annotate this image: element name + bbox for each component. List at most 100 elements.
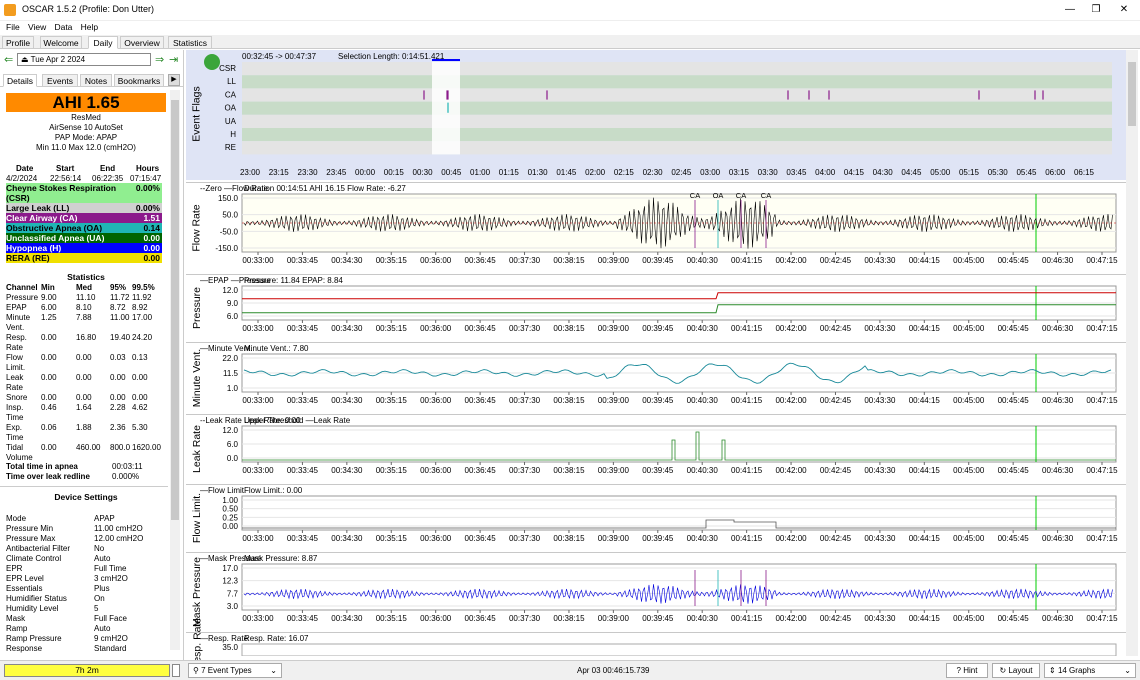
tab-daily[interactable]: Daily [88, 36, 118, 49]
stats-cell: 0.03 [110, 353, 126, 362]
selection-window[interactable] [432, 62, 460, 155]
x-tick: 00:37:30 [509, 324, 541, 333]
mask-pressurechart[interactable]: 17.0 12.3 7.7 3.000:33:00 00:33:45 00:34:30 00… [186, 552, 1126, 632]
event-row[interactable]: RERA (RE) 0.00 [6, 253, 162, 263]
x-tick: 00:36:45 [465, 324, 497, 333]
maximize-button[interactable]: ❐ [1088, 3, 1104, 17]
graphs-dropdown[interactable]: ⇕ 14 Graphs ⌄ [1044, 663, 1136, 678]
undo-icon: ↻ [999, 666, 1007, 675]
flag-row-label: CSR [219, 64, 236, 73]
session-col: Start [56, 164, 75, 173]
event-name: Clear Airway (CA) [6, 213, 78, 223]
tab-notes[interactable]: Notes [80, 74, 112, 87]
hint-button[interactable]: ? Hint [946, 663, 988, 678]
tab-profile[interactable]: Profile [2, 36, 34, 49]
event-types-dropdown[interactable]: ⚲ 7 Event Types ⌄ [188, 663, 282, 678]
x-tick: 00:33:00 [242, 466, 274, 475]
left-scroll-thumb[interactable] [171, 100, 179, 520]
stats-channel: Flow Limit. [6, 353, 26, 372]
tab-welcome[interactable]: Welcome [40, 36, 82, 49]
x-tick: 00:44:15 [909, 534, 941, 543]
event-row[interactable]: Obstructive Apnea (OA) 0.14 [6, 223, 162, 233]
event-value: 0.00 [143, 243, 160, 253]
y-tick: 6.0 [227, 312, 239, 321]
stats-channel: Leak Rate [6, 373, 24, 392]
x-tick: 00:46:30 [1042, 534, 1074, 543]
y-tick: 1.00 [222, 496, 238, 505]
menu-view[interactable]: View [28, 21, 46, 34]
x-tick: 00:45:45 [998, 324, 1030, 333]
tab-scroll-right-icon[interactable]: ▶ [168, 74, 180, 86]
minute-vent-chart[interactable]: 22.0 11.5 1.000:33:00 00:33:45 00:34:30 00:35… [186, 342, 1126, 414]
tab-statistics[interactable]: Statistics [168, 36, 212, 49]
x-tick: 00:37:30 [509, 466, 541, 475]
pressurechart[interactable]: 12.0 9.0 6.000:33:00 00:33:45 00:34:30 00:35:… [186, 274, 1126, 342]
setting-label: Antibacterial Filter [6, 544, 71, 553]
setting-label: Mode [6, 514, 27, 523]
stats-cell: 0.00 [41, 443, 57, 452]
event-row[interactable]: Hypopnea (H) 0.00 [6, 243, 162, 253]
stats-cell: 0.00 [41, 333, 57, 342]
event-types-label: 7 Event Types [201, 666, 252, 675]
minimize-button[interactable]: — [1062, 3, 1078, 17]
event-row[interactable]: Unclassified Apnea (UA) 0.00 [6, 233, 162, 243]
event-flags-chart[interactable]: CSR LL CA OA UA H RE 23:00 23:15 23:30 23:45 00:00 0… [186, 50, 1126, 180]
x-tick: 00:33:45 [287, 466, 319, 475]
forward-arrow-icon[interactable]: ⇒ [155, 53, 164, 66]
x-tick: 00:37:30 [509, 396, 541, 405]
leak-ratechart[interactable]: 12.0 6.0 0.000:33:00 00:33:45 00:34:30 00:35:… [186, 414, 1126, 484]
stats-cell: 0.06 [41, 423, 57, 432]
menu-data[interactable]: Data [54, 21, 72, 34]
event-row[interactable]: Large Leak (LL) 0.00% [6, 203, 162, 213]
date-value: Tue Apr 2 2024 [30, 55, 86, 64]
graph-scrollbar[interactable] [1126, 50, 1138, 656]
tab-events[interactable]: Events [42, 74, 78, 87]
flag-time-tick: 01:15 [499, 168, 520, 177]
duration-handle[interactable] [172, 664, 180, 677]
x-tick: 00:44:15 [909, 396, 941, 405]
menu-file[interactable]: File [6, 21, 20, 34]
event-value: 0.14 [143, 223, 160, 233]
setting-value: Standard [94, 644, 127, 653]
graph-scroll-thumb[interactable] [1128, 62, 1136, 126]
chevron-down-icon: ⌄ [270, 666, 277, 675]
x-tick: 00:40:30 [687, 466, 719, 475]
flag-time-tick: 04:45 [901, 168, 922, 177]
event-marker-label: CA [736, 191, 746, 200]
x-tick: 00:46:30 [1042, 324, 1074, 333]
date-picker[interactable]: ⏏ Tue Apr 2 2024 [17, 53, 151, 66]
back-arrow-icon[interactable]: ⇐ [4, 53, 13, 66]
swap-icon: ⇕ [1049, 666, 1056, 675]
stats-cell: 1.64 [76, 403, 92, 412]
x-tick: 00:42:00 [775, 614, 807, 623]
stats-cell: 0.00 [110, 373, 126, 382]
flag-row-bg [242, 88, 1112, 102]
flag-row-label: H [230, 130, 236, 139]
x-tick: 00:43:30 [864, 534, 896, 543]
x-tick: 00:45:45 [998, 256, 1030, 265]
tab-bookmarks[interactable]: Bookmarks [114, 74, 164, 87]
tab-overview[interactable]: Overview [120, 36, 164, 49]
stats-header: Min [41, 283, 55, 292]
tab-details[interactable]: Details [3, 74, 37, 87]
flag-time-tick: 03:30 [758, 168, 779, 177]
x-tick: 00:46:30 [1042, 396, 1074, 405]
flag-time-tick: 04:00 [815, 168, 836, 177]
flag-time-tick: 03:00 [700, 168, 721, 177]
event-row[interactable]: Cheyne Stokes Respiration (CSR) 0.00% [6, 183, 162, 203]
x-tick: 00:38:15 [553, 324, 585, 333]
resp-rate-chart[interactable]: 35.0 [186, 632, 1126, 656]
menu-help[interactable]: Help [81, 21, 98, 34]
x-tick: 00:34:30 [331, 466, 363, 475]
flag-time-tick: 02:30 [643, 168, 664, 177]
layout-button[interactable]: ↻ Layout [992, 663, 1040, 678]
last-day-icon[interactable]: ⇥ [169, 53, 178, 66]
x-tick: 00:33:45 [287, 614, 319, 623]
flow-limit-chart[interactable]: 1.000.500.250.00 00:33:00 00:33:45 00:34:30… [186, 484, 1126, 552]
left-scrollbar[interactable] [170, 90, 180, 650]
close-button[interactable]: ✕ [1116, 3, 1132, 17]
x-tick: 00:42:00 [775, 324, 807, 333]
flow-ratechart[interactable]: 150.0 50.0 -50.0 -150.0 00:33:00 00:33:45 00:3… [186, 182, 1126, 274]
event-row[interactable]: Clear Airway (CA) 1.51 [6, 213, 162, 223]
stats-cell: 19.40 [110, 333, 131, 342]
